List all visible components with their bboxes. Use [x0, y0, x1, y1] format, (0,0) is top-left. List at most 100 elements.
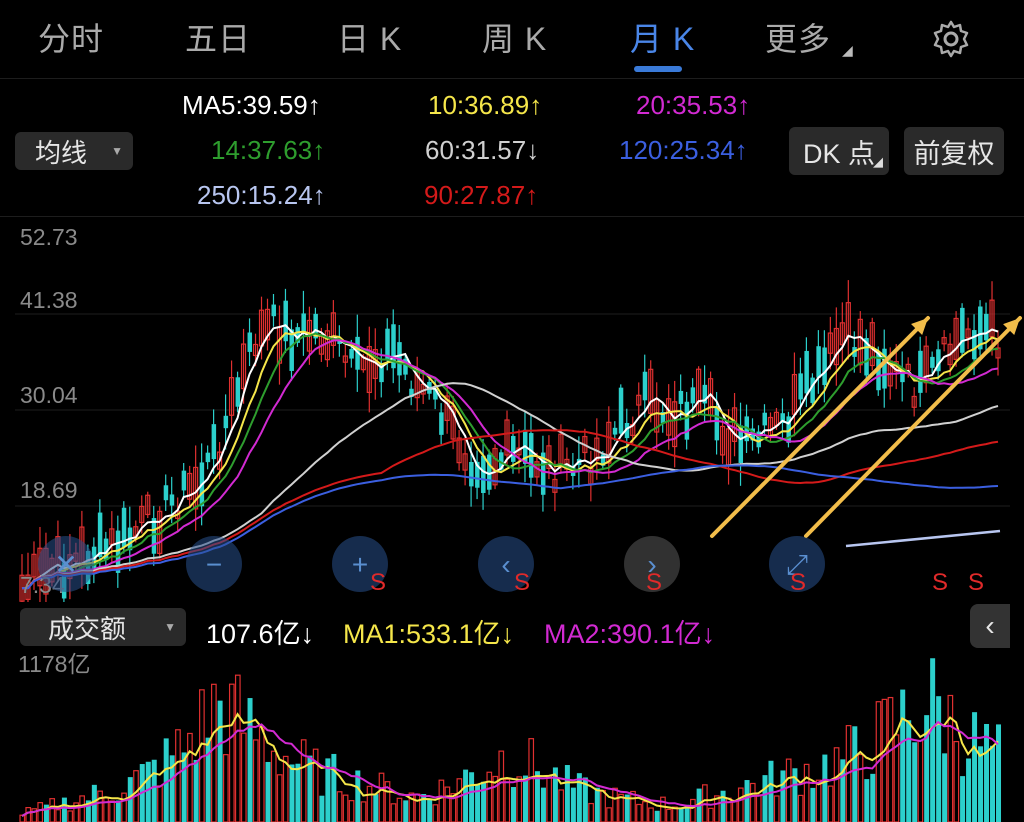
volume-bar: [822, 754, 828, 822]
volume-bar: [403, 800, 409, 822]
volume-bar: [978, 746, 984, 822]
dk-point-button[interactable]: DK 点 ◢: [789, 127, 889, 175]
volume-bar: [648, 807, 654, 822]
volume-bar: [678, 808, 684, 822]
candle-body: [918, 350, 923, 393]
candle-body: [301, 313, 306, 334]
volume-bar: [749, 782, 756, 822]
candle-body: [960, 307, 965, 353]
candle-body: [271, 304, 276, 317]
volume-bar: [511, 787, 516, 822]
gear-icon[interactable]: [930, 18, 972, 60]
candle-body: [798, 373, 803, 400]
price-axis-label: 18.69: [20, 477, 78, 503]
volume-bar: [881, 698, 888, 822]
volume-bar: [342, 794, 349, 822]
candle-body: [181, 470, 187, 491]
volume-bar: [947, 694, 954, 822]
volume-bar: [240, 732, 247, 822]
candlestick-chart[interactable]: 52.7341.3830.0418.697.34 ✕ − + ‹ › ⤢ SSSSSS: [0, 218, 1024, 602]
candle-body: [205, 452, 211, 463]
dropdown-triangle-icon: ▼: [164, 620, 176, 634]
volume-bar: [390, 803, 397, 822]
volume-bar: [570, 787, 576, 822]
zoom-out-button[interactable]: −: [186, 536, 242, 592]
tab-five-day[interactable]: 五日: [185, 14, 251, 60]
volume-bar: [887, 696, 894, 822]
volume-bar: [378, 772, 385, 822]
period-tabs: 分时 五日 日 K 周 K 月 K 更多 ◢: [0, 0, 1024, 78]
volume-bar: [558, 789, 565, 822]
candle-body: [972, 330, 977, 360]
volume-axis-max: 1178亿: [18, 651, 90, 677]
control-glyph: −: [206, 549, 222, 580]
candle-body: [169, 494, 175, 506]
volume-bar: [936, 696, 942, 822]
volume-bar: [528, 738, 535, 822]
volume-bar: [252, 739, 259, 822]
volume-bar: [864, 779, 870, 822]
volume-bar: [414, 793, 421, 822]
volume-bar: [145, 761, 151, 822]
close-icon[interactable]: ✕: [38, 536, 94, 592]
sell-signal-mark: S: [790, 569, 806, 596]
volume-bar: [211, 683, 217, 822]
tab-intraday[interactable]: 分时: [38, 14, 104, 60]
volume-bar: [55, 809, 62, 822]
sell-signal-mark: S: [968, 569, 984, 596]
volume-bar: [193, 759, 199, 822]
volume-ma2: MA2:390.1亿↓: [544, 619, 716, 649]
volume-bar: [109, 800, 115, 822]
candle-body: [678, 390, 684, 404]
volume-bar: [463, 769, 469, 822]
volume-bar: [690, 798, 696, 822]
control-glyph: ‹: [501, 549, 510, 580]
volume-bar: [852, 726, 858, 822]
dropdown-triangle-icon: ◢: [873, 154, 883, 169]
volume-bar: [360, 801, 367, 822]
volume-bar: [960, 776, 966, 822]
sell-signal-mark: S: [514, 569, 530, 596]
volume-bar: [331, 753, 337, 822]
tab-monthly-k[interactable]: 月 K: [630, 14, 695, 60]
candle-body: [235, 377, 241, 407]
ma-value: MA5:39.59↑: [182, 90, 321, 120]
candle-body: [810, 377, 815, 403]
price-axis-label: 52.73: [20, 224, 78, 250]
volume-bar: [762, 775, 768, 822]
volume-bar: [258, 726, 265, 822]
candle-body: [289, 329, 294, 371]
tab-more[interactable]: 更多: [765, 14, 831, 60]
volume-bar: [222, 754, 229, 822]
volume-bar: [432, 804, 439, 822]
volume-bar: [785, 758, 792, 822]
ma-selector[interactable]: 均线 ▼: [15, 132, 133, 170]
sell-signal-mark: S: [370, 569, 386, 596]
volume-bar: [97, 790, 103, 822]
adjust-mode-label: 前复权: [913, 138, 995, 169]
volume-bar: [187, 732, 193, 822]
chevron-left-icon[interactable]: ‹: [970, 604, 1010, 648]
volume-bar: [181, 752, 187, 822]
volume-bar: [744, 780, 750, 822]
volume-bar: [438, 779, 445, 822]
volume-indicator-selector[interactable]: 成交额 ▼: [20, 608, 186, 646]
tab-weekly-k[interactable]: 周 K: [482, 14, 547, 60]
volume-bar: [917, 739, 924, 822]
volume-bar: [900, 689, 906, 822]
volume-bar: [522, 775, 528, 822]
adjust-mode-button[interactable]: 前复权: [904, 127, 1004, 175]
volume-bar: [755, 794, 762, 822]
sell-signal-mark: S: [646, 569, 662, 596]
volume-bar: [618, 793, 624, 822]
ma-value: 20:35.53↑: [636, 90, 751, 120]
volume-bar: [966, 758, 972, 822]
volume-bar: [427, 798, 433, 822]
tab-daily-k[interactable]: 日 K: [337, 14, 402, 60]
volume-bar: [731, 799, 738, 822]
volume-bar: [121, 792, 127, 822]
volume-bar: [803, 763, 810, 822]
candle-body: [930, 356, 935, 368]
volume-bar: [720, 790, 726, 822]
active-tab-indicator: [634, 66, 682, 72]
